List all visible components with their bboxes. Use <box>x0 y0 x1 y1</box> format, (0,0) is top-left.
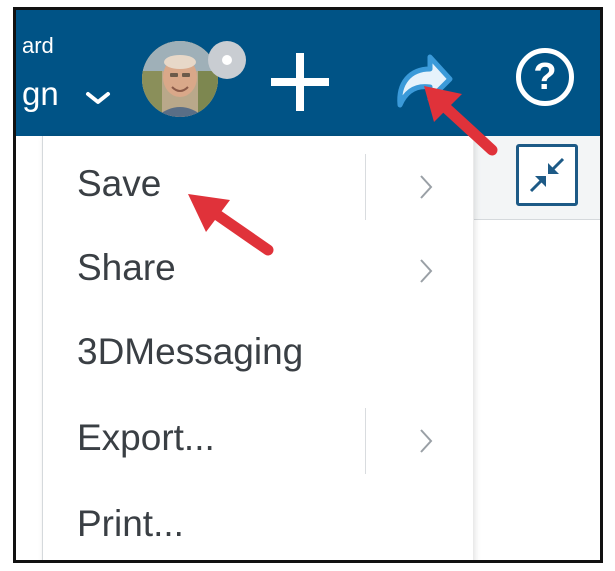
avatar-photo <box>142 41 218 117</box>
screenshot-frame: ard gn ? Save Share 3DMessaging Export..… <box>13 7 603 563</box>
help-button[interactable]: ? <box>516 48 574 106</box>
annotation-arrow-share <box>424 86 498 156</box>
menu-item-3dmessaging[interactable]: 3DMessaging <box>43 316 473 396</box>
menu-item-label: Save <box>77 163 162 204</box>
chevron-down-icon[interactable] <box>84 90 112 106</box>
menu-item-print[interactable]: Print... <box>43 488 473 560</box>
status-badge[interactable] <box>208 41 246 79</box>
help-icon: ? <box>533 56 557 98</box>
top-bar: ard gn ? <box>16 10 600 136</box>
user-avatar[interactable] <box>142 41 218 117</box>
chevron-right-icon[interactable] <box>418 172 434 202</box>
menu-item-label: Share <box>77 247 176 288</box>
menu-item-label: 3DMessaging <box>77 331 304 372</box>
annotation-arrow-save <box>188 194 274 256</box>
context-title[interactable]: gn <box>22 74 59 114</box>
menu-item-label: Export... <box>77 417 215 458</box>
context-subtitle: ard <box>22 33 54 58</box>
menu-item-label: Print... <box>77 503 184 544</box>
chevron-right-icon[interactable] <box>418 256 434 286</box>
chevron-right-icon[interactable] <box>418 426 434 456</box>
menu-item-export[interactable]: Export... <box>43 402 473 482</box>
menu-divider <box>365 408 366 474</box>
menu-divider <box>365 154 366 220</box>
compress-icon <box>529 157 565 193</box>
compress-button[interactable] <box>516 144 578 206</box>
add-button[interactable] <box>271 53 329 111</box>
